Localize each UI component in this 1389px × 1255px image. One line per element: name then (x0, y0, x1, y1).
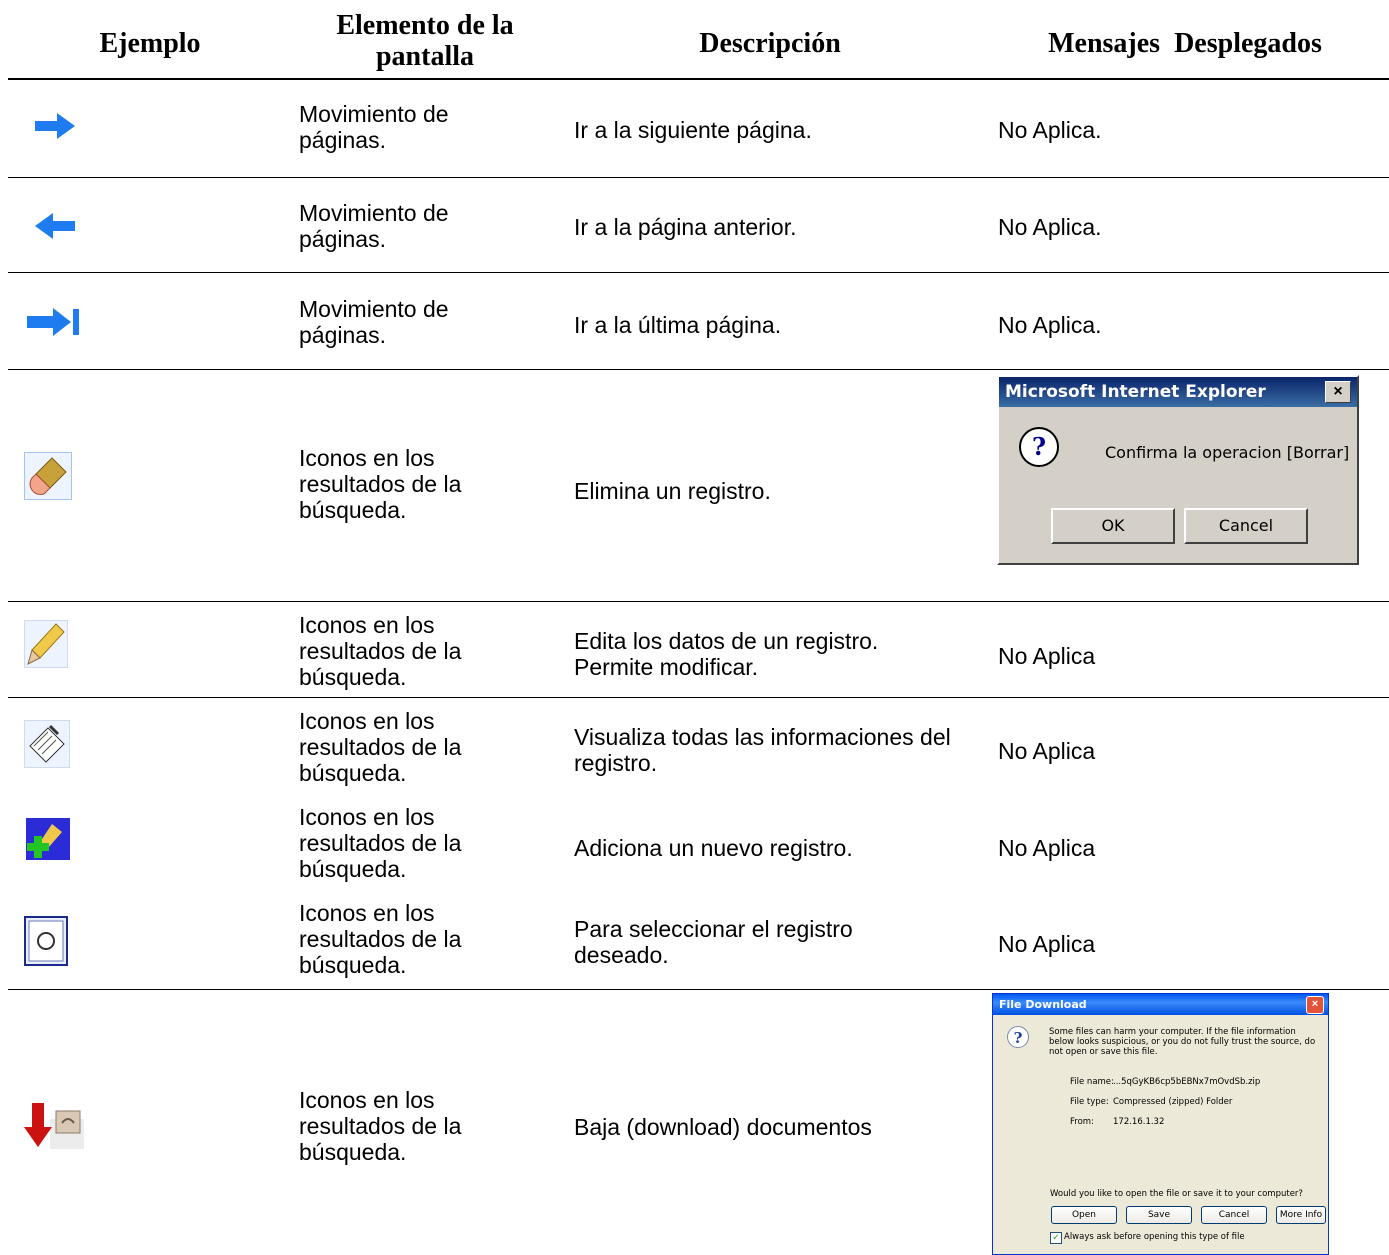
download-icon (24, 1103, 84, 1149)
close-icon[interactable]: × (1325, 381, 1351, 403)
row6-elemento: Iconos en los resultados de la búsqueda. (299, 708, 462, 786)
confirm-dialog: Microsoft Internet Explorer × ? Confirma… (997, 375, 1359, 565)
radio-icon (24, 916, 68, 966)
row-divider (8, 989, 1389, 990)
cancel-button[interactable]: Cancel (1184, 508, 1308, 544)
row4-descripcion: Elimina un registro. (574, 478, 771, 504)
always-ask-checkbox[interactable]: ✓ (1050, 1232, 1062, 1244)
header-elemento: Elemento de la pantalla (336, 10, 514, 72)
row1-mensajes: No Aplica. (998, 117, 1102, 143)
row6-descripcion: Visualiza todas las informaciones del re… (574, 724, 951, 776)
close-icon[interactable]: × (1306, 995, 1324, 1014)
row2-descripcion: Ir a la página anterior. (574, 214, 797, 240)
row-divider (8, 697, 1389, 698)
confirm-message: Confirma la operacion [Borrar] (1105, 443, 1350, 462)
pencil-icon (24, 620, 68, 668)
arrow-last-icon (27, 308, 79, 336)
cancel-button[interactable]: Cancel (1201, 1206, 1267, 1224)
row1-elemento: Movimiento de páginas. (299, 101, 449, 153)
row9-descripcion: Baja (download) documentos (574, 1114, 872, 1140)
view-icon (24, 720, 70, 768)
row-divider (8, 601, 1389, 602)
row7-descripcion: Adiciona un nuevo registro. (574, 835, 853, 861)
always-ask-label: Always ask before opening this type of f… (1064, 1232, 1245, 1242)
row4-elemento: Iconos en los resultados de la búsqueda. (299, 445, 462, 523)
more-info-button[interactable]: More Info (1276, 1206, 1326, 1224)
from-value: 172.16.1.32 (1113, 1117, 1165, 1127)
arrow-left-icon (35, 213, 75, 239)
open-button[interactable]: Open (1051, 1206, 1117, 1224)
question-text: Would you like to open the file or save … (1050, 1189, 1303, 1199)
header-descripcion: Descripción (699, 28, 841, 59)
file-type-value: Compressed (zipped) Folder (1113, 1097, 1233, 1107)
question-icon: ? (1019, 427, 1059, 467)
row5-elemento: Iconos en los resultados de la búsqueda. (299, 612, 462, 690)
row-divider (8, 272, 1389, 273)
row5-descripcion: Edita los datos de un registro. Permite … (574, 628, 879, 680)
ok-button[interactable]: OK (1051, 508, 1175, 544)
row-divider (8, 177, 1389, 178)
row8-elemento: Iconos en los resultados de la búsqueda. (299, 900, 462, 978)
file-download-title: File Download (999, 998, 1087, 1011)
file-name-value: ...5qGyKB6cp5bEBNx7mOvdSb.zip (1113, 1077, 1261, 1087)
header-ejemplo: Ejemplo (99, 28, 201, 59)
row3-descripcion: Ir a la última página. (574, 312, 782, 338)
header-mensajes: Mensajes Desplegados (1048, 28, 1322, 59)
row2-elemento: Movimiento de páginas. (299, 200, 449, 252)
row5-mensajes: No Aplica (998, 643, 1096, 669)
arrow-right-icon (35, 113, 75, 139)
row7-elemento: Iconos en los resultados de la búsqueda. (299, 804, 462, 882)
file-name-label: File name: (1070, 1077, 1114, 1087)
from-label: From: (1070, 1117, 1094, 1127)
header-divider (8, 78, 1389, 80)
row3-mensajes: No Aplica. (998, 312, 1102, 338)
row2-mensajes: No Aplica. (998, 214, 1102, 240)
file-download-titlebar: File Download × (993, 994, 1328, 1015)
row8-descripcion: Para seleccionar el registro deseado. (574, 916, 853, 968)
save-button[interactable]: Save (1126, 1206, 1192, 1224)
add-icon (26, 818, 70, 860)
warning-text: Some files can harm your computer. If th… (1049, 1027, 1316, 1057)
row8-mensajes: No Aplica (998, 931, 1096, 957)
row-divider (8, 369, 1389, 370)
question-icon: ? (1007, 1026, 1029, 1048)
row1-descripcion: Ir a la siguiente página. (574, 117, 812, 143)
file-type-label: File type: (1070, 1097, 1109, 1107)
confirm-dialog-title: Microsoft Internet Explorer (1005, 382, 1266, 402)
row9-elemento: Iconos en los resultados de la búsqueda. (299, 1087, 462, 1165)
confirm-dialog-titlebar: Microsoft Internet Explorer × (999, 377, 1357, 407)
row7-mensajes: No Aplica (998, 835, 1096, 861)
eraser-icon (24, 452, 72, 500)
row3-elemento: Movimiento de páginas. (299, 296, 449, 348)
row6-mensajes: No Aplica (998, 738, 1096, 764)
file-download-dialog: File Download × ? Some files can harm yo… (992, 993, 1329, 1255)
